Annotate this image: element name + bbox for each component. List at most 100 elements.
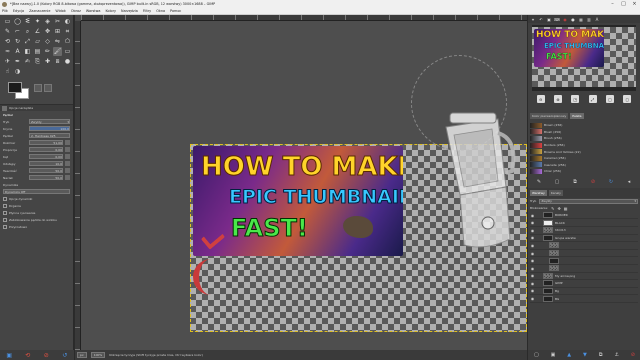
- rect-select-icon[interactable]: ▭: [3, 17, 12, 26]
- reset-force-icon[interactable]: [65, 175, 70, 180]
- check-smooth-stroke[interactable]: Płynne rysowanie: [0, 209, 73, 216]
- visibility-eye-icon[interactable]: ◉: [530, 235, 535, 240]
- menu-item[interactable]: Narzędzia: [121, 9, 138, 13]
- visibility-eye-icon[interactable]: ◉: [530, 273, 535, 278]
- paintbrush-icon[interactable]: 🖌: [53, 47, 62, 56]
- layer-row[interactable]: ◉ Grupa warstw: [530, 234, 638, 243]
- reset-aspect-icon[interactable]: [65, 147, 70, 152]
- thumbnail-layer[interactable]: HOW TO MAKE EPIC THUMBNAIL FAST!: [193, 146, 403, 256]
- delete-icon[interactable]: ⊘: [590, 179, 597, 186]
- zoom-icon[interactable]: ⌕: [23, 27, 32, 36]
- layer-row[interactable]: ◉ My arrow.png: [530, 272, 638, 281]
- raise-layer-icon[interactable]: ▲: [567, 352, 571, 358]
- lower-layer-icon[interactable]: ▼: [583, 352, 587, 358]
- chain-link-icon[interactable]: [537, 289, 541, 293]
- menu-item[interactable]: Widok: [55, 9, 65, 13]
- size-slider[interactable]: 51,00: [29, 140, 63, 145]
- reset-hardness-icon[interactable]: [65, 168, 70, 173]
- free-select-icon[interactable]: ᓬ: [23, 17, 32, 26]
- move-icon[interactable]: ✥: [43, 27, 52, 36]
- ink-icon[interactable]: ✒: [13, 57, 22, 66]
- warp-icon[interactable]: ≈: [3, 47, 12, 56]
- zoom-out-icon[interactable]: ⊖: [536, 95, 545, 103]
- layer-name[interactable]: GIMP: [555, 281, 563, 285]
- layer-row[interactable]: ◉: [530, 257, 638, 265]
- channels-tab[interactable]: Kanały: [548, 189, 563, 196]
- duplicate-layer-icon[interactable]: ⧉: [599, 352, 603, 358]
- visibility-eye-icon[interactable]: ◉: [530, 243, 535, 248]
- foreground-select-icon[interactable]: ◐: [63, 17, 72, 26]
- new-group-icon[interactable]: ▣: [551, 352, 556, 358]
- visibility-eye-icon[interactable]: ◉: [530, 228, 535, 233]
- layer-row[interactable]: ◉ BORDER: [530, 212, 638, 220]
- text-icon[interactable]: A: [13, 47, 22, 56]
- foreground-color-swatch[interactable]: [8, 82, 22, 93]
- menu-item[interactable]: Warstwa: [86, 9, 101, 13]
- opacity-slider[interactable]: 100,0: [29, 126, 70, 131]
- layer-name[interactable]: BORDER: [555, 213, 568, 217]
- layer-name[interactable]: html13: [555, 228, 566, 232]
- grad-tab[interactable]: Paleta: [570, 113, 584, 119]
- lock-pixels-icon[interactable]: ✎: [551, 206, 554, 211]
- visibility-eye-icon[interactable]: ◉: [530, 266, 535, 271]
- pointer-tab-icon[interactable]: ◉: [562, 16, 568, 22]
- minimize-icon[interactable]: –: [607, 0, 618, 8]
- menu-item[interactable]: Plik: [2, 9, 8, 13]
- cage-icon[interactable]: ⬠: [63, 37, 72, 46]
- layer-name[interactable]: Grupa warstw: [555, 236, 576, 240]
- checkbox[interactable]: [3, 217, 7, 222]
- reset-options-icon[interactable]: ↺: [61, 352, 68, 359]
- dynamics-select[interactable]: Dynamics Off: [3, 189, 70, 194]
- chain-link-icon[interactable]: [537, 243, 541, 247]
- chain-link-icon[interactable]: [537, 228, 541, 232]
- layer-row[interactable]: ◉ BG: [530, 295, 638, 303]
- mode-select[interactable]: Zwykły ▾: [29, 119, 70, 124]
- reset-angle-icon[interactable]: [65, 154, 70, 159]
- smudge-icon[interactable]: ☝: [3, 67, 12, 76]
- perspective-icon[interactable]: ◇: [43, 37, 52, 46]
- check-lock-brush[interactable]: Zablokowanie pędzla do widoku: [0, 216, 73, 223]
- gradient-item[interactable]: Brown (256): [530, 122, 638, 129]
- anchor-layer-icon[interactable]: ⚓: [614, 352, 618, 358]
- check-incremental[interactable]: Przyrostowo: [0, 223, 73, 230]
- chain-link-icon[interactable]: [537, 259, 541, 263]
- blur-icon[interactable]: ●: [63, 57, 72, 66]
- default-colors-icon[interactable]: [44, 84, 52, 92]
- patterns-tab-icon[interactable]: ▦: [578, 16, 584, 22]
- lock-position-icon[interactable]: ✥: [557, 206, 560, 211]
- brush-select[interactable]: 2. Hardness 025: [29, 133, 70, 138]
- chain-link-icon[interactable]: [537, 266, 541, 270]
- unit-select[interactable]: px: [77, 352, 87, 358]
- visibility-eye-icon[interactable]: ◉: [530, 251, 535, 256]
- check-jitter[interactable]: Drgania: [0, 202, 73, 209]
- image-workspace[interactable]: HOW TO MAKE EPIC THUMBNAIL FAST!: [81, 21, 527, 350]
- menu-item[interactable]: Edycja: [13, 9, 24, 13]
- zoom-1-1-icon[interactable]: ▢: [605, 95, 614, 103]
- crop-icon[interactable]: ⌗: [63, 27, 72, 36]
- gradient-item[interactable]: Borders (256): [530, 142, 638, 149]
- menu-item[interactable]: Obraz: [71, 9, 81, 13]
- devices-tab-icon[interactable]: ⌨: [554, 16, 560, 22]
- duplicate-icon[interactable]: ⧉: [572, 179, 579, 186]
- ellipse-select-icon[interactable]: ◯: [13, 17, 22, 26]
- angle-slider[interactable]: 0,00: [29, 154, 63, 159]
- force-slider[interactable]: 50,0: [29, 175, 63, 180]
- color-select-icon[interactable]: ◈: [43, 17, 52, 26]
- zoom-fill-icon[interactable]: ⤢: [588, 95, 597, 103]
- checkbox[interactable]: [3, 210, 7, 215]
- chain-link-icon[interactable]: [537, 213, 541, 217]
- menu-item[interactable]: Pomoc: [170, 9, 181, 13]
- paths-icon[interactable]: ✎: [3, 27, 12, 36]
- airbrush-icon[interactable]: ✈: [3, 57, 12, 66]
- layer-row[interactable]: ◉ BLACK: [530, 219, 638, 227]
- visibility-eye-icon[interactable]: ◉: [530, 288, 535, 293]
- zoom-fit-icon[interactable]: ◳: [571, 95, 580, 103]
- visibility-eye-icon[interactable]: ◉: [530, 220, 535, 225]
- visibility-eye-icon[interactable]: ◉: [530, 258, 535, 263]
- visibility-eye-icon[interactable]: ◉: [530, 213, 535, 218]
- eraser-icon[interactable]: ▭: [63, 47, 72, 56]
- gradient-item[interactable]: Browns And Yellows (22): [530, 148, 638, 155]
- layer-name[interactable]: BG: [555, 297, 559, 301]
- menu-item[interactable]: Filtry: [143, 9, 151, 13]
- menu-item[interactable]: Kolory: [105, 9, 116, 13]
